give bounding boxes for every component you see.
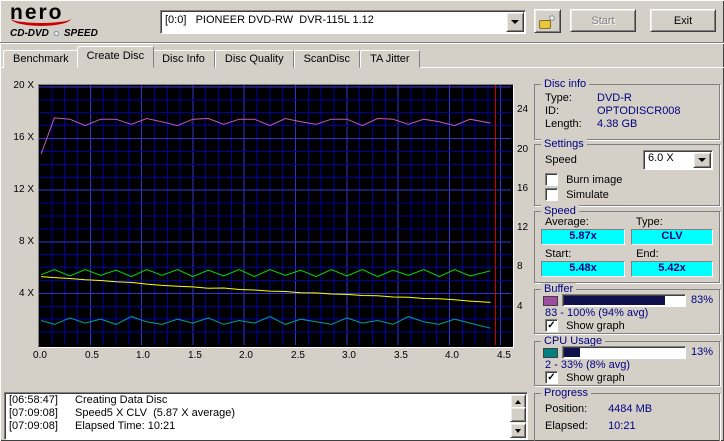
disc-icon bbox=[50, 28, 62, 39]
nero-swoosh-icon bbox=[11, 11, 71, 26]
start-speed-value: 5.48x bbox=[541, 261, 625, 277]
nero-cd-dvd-speed-window: nero CD-DVD SPEED [0:0] PIONEER DVD-RW D… bbox=[0, 0, 724, 441]
cpu-range-text: 2 - 33% (8% avg) bbox=[545, 359, 630, 371]
tab-ta-jitter[interactable]: TA Jitter bbox=[360, 50, 420, 68]
speed-type-value: CLV bbox=[631, 229, 713, 245]
log-scrollbar[interactable] bbox=[510, 394, 526, 438]
x-tick-8: 4.0 bbox=[445, 350, 459, 361]
exit-button[interactable]: Exit bbox=[650, 9, 716, 32]
simulate-checkbox-box[interactable] bbox=[545, 188, 558, 201]
buffer-bar-fill bbox=[564, 296, 666, 305]
burn-image-checkbox-box[interactable] bbox=[545, 173, 558, 186]
drive-selector-dropdown-button[interactable] bbox=[506, 12, 524, 32]
speed-select-dropdown-button[interactable] bbox=[693, 152, 711, 168]
x-tick-7: 3.5 bbox=[394, 350, 408, 361]
average-label: Average: bbox=[545, 216, 589, 228]
disc-id-row: ID: OPTODISCR008 bbox=[545, 105, 681, 117]
disc-id-value: OPTODISCR008 bbox=[597, 105, 681, 117]
cpu-usage-group: CPU Usage 13% 2 - 33% (8% avg) ✓ Show gr… bbox=[534, 335, 720, 386]
x-tick-3: 1.5 bbox=[188, 350, 202, 361]
progress-group: Progress Position: 4484 MB Elapsed: 10:2… bbox=[534, 387, 720, 441]
speed-select-value: 6.0 X bbox=[648, 152, 674, 164]
y-left-tick-8x: 8 X bbox=[18, 236, 34, 247]
end-speed-value: 5.42x bbox=[631, 261, 713, 277]
log-entry: [07:09:08] Speed5 X CLV (5.87 X average) bbox=[9, 407, 236, 419]
scroll-up-icon bbox=[515, 397, 521, 404]
scroll-down-button[interactable] bbox=[510, 423, 526, 438]
scrollbar-thumb[interactable] bbox=[510, 407, 526, 422]
toolbar-separator bbox=[0, 42, 724, 44]
disc-type-value: DVD-R bbox=[597, 92, 632, 104]
scroll-down-icon bbox=[515, 428, 521, 436]
tab-bar: Benchmark Create Disc Disc Info Disc Qua… bbox=[3, 46, 724, 68]
burn-image-checkbox[interactable]: Burn image bbox=[545, 173, 715, 186]
cpu-color-swatch bbox=[543, 348, 558, 358]
cpu-show-graph-checkbox[interactable]: ✓ Show graph bbox=[545, 371, 715, 384]
chevron-down-icon bbox=[511, 20, 519, 28]
x-tick-2: 1.0 bbox=[136, 350, 150, 361]
tab-disc-quality[interactable]: Disc Quality bbox=[214, 50, 294, 68]
drive-selector-value: [0:0] PIONEER DVD-RW DVR-115L 1.12 bbox=[165, 14, 374, 26]
x-tick-6: 3.0 bbox=[342, 350, 356, 361]
settings-group: Settings Speed 6.0 X Burn image Simulate bbox=[534, 138, 720, 206]
type-label: Type: bbox=[635, 216, 663, 228]
tab-create-disc[interactable]: Create Disc bbox=[76, 46, 155, 68]
position-row: Position: 4484 MB bbox=[545, 403, 653, 415]
tab-benchmark[interactable]: Benchmark bbox=[3, 50, 79, 68]
logo-cd-dvd-text: CD-DVD bbox=[10, 28, 49, 39]
disc-hand-icon bbox=[538, 13, 557, 29]
buffer-range-text: 83 - 100% (94% avg) bbox=[545, 307, 649, 319]
x-tick-5: 2.5 bbox=[291, 350, 305, 361]
nero-logo-subtitle: CD-DVD SPEED bbox=[10, 28, 155, 39]
start-speed-label: Start: bbox=[545, 248, 572, 260]
y-left-tick-16x: 16 X bbox=[13, 132, 34, 143]
status-log[interactable]: [06:58:47] Creating Data Disc [07:09:08] S… bbox=[4, 392, 528, 440]
position-value: 4484 MB bbox=[608, 403, 653, 415]
x-tick-9: 4.5 bbox=[497, 350, 511, 361]
tab-disc-info[interactable]: Disc Info bbox=[152, 50, 215, 68]
buffer-color-swatch bbox=[543, 296, 558, 306]
buffer-bar bbox=[562, 294, 686, 307]
elapsed-value: 10:21 bbox=[608, 420, 636, 432]
chevron-down-icon bbox=[698, 158, 706, 166]
nero-logo: nero CD-DVD SPEED bbox=[10, 2, 155, 43]
x-tick-0: 0.0 bbox=[33, 350, 47, 361]
disc-info-group: Disc info Type: DVD-R ID: OPTODISCR008 Len… bbox=[534, 78, 720, 140]
cpu-show-graph-box[interactable]: ✓ bbox=[545, 371, 558, 384]
cpu-bar-fill bbox=[564, 348, 580, 357]
log-entry: [06:58:47] Creating Data Disc bbox=[9, 394, 168, 406]
elapsed-row: Elapsed: 10:21 bbox=[545, 420, 636, 432]
x-tick-1: 0.5 bbox=[85, 350, 99, 361]
cpu-percent: 13% bbox=[690, 346, 713, 358]
settings-title: Settings bbox=[541, 138, 587, 150]
eject-disc-button[interactable] bbox=[534, 9, 561, 33]
start-button[interactable]: Start bbox=[570, 9, 636, 32]
tab-scandisc[interactable]: ScanDisc bbox=[293, 50, 361, 68]
buffer-percent: 83% bbox=[690, 294, 713, 306]
y-left-tick-20x: 20 X bbox=[13, 80, 34, 91]
speed-chart-plot bbox=[38, 84, 514, 348]
write-speed-chart bbox=[39, 85, 511, 345]
cpu-bar bbox=[562, 346, 686, 359]
buffer-show-graph-checkbox[interactable]: ✓ Show graph bbox=[545, 319, 715, 332]
end-speed-label: End: bbox=[636, 248, 659, 260]
speed-select[interactable]: 6.0 X bbox=[643, 150, 713, 170]
disc-type-row: Type: DVD-R bbox=[545, 92, 632, 104]
y-left-tick-12x: 12 X bbox=[13, 184, 34, 195]
x-tick-4: 2.0 bbox=[239, 350, 253, 361]
disc-length-value: 4.38 GB bbox=[597, 118, 638, 130]
drive-selector[interactable]: [0:0] PIONEER DVD-RW DVR-115L 1.12 bbox=[160, 10, 526, 34]
simulate-checkbox[interactable]: Simulate bbox=[545, 188, 715, 201]
average-speed-value: 5.87x bbox=[541, 229, 625, 245]
logo-speed-text: SPEED bbox=[63, 28, 98, 39]
speed-group: Speed Average: Type: 5.87x CLV Start: En… bbox=[534, 205, 720, 283]
log-entry: [07:09:08] Elapsed Time: 10:21 bbox=[9, 420, 176, 432]
progress-title: Progress bbox=[541, 387, 592, 399]
buffer-group: Buffer 83% 83 - 100% (94% avg) ✓ Show gr… bbox=[534, 283, 720, 334]
disc-info-title: Disc info bbox=[541, 78, 590, 90]
status-log-lines: [06:58:47] Creating Data Disc [07:09:08] S… bbox=[6, 394, 509, 438]
y-left-tick-4x: 4 X bbox=[18, 288, 34, 299]
disc-length-row: Length: 4.38 GB bbox=[545, 118, 638, 130]
buffer-show-graph-box[interactable]: ✓ bbox=[545, 319, 558, 332]
